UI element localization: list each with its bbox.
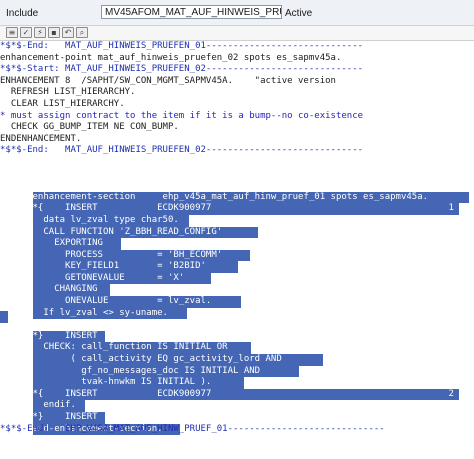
code-line: REFRESH LIST_HIERARCHY. <box>0 87 136 98</box>
code-line-selected: CALL FUNCTION 'Z_BBH_READ_CONFIG' <box>0 215 474 239</box>
code-line-selected: KEY_FIELD1 = 'B2BID' <box>0 250 474 273</box>
code-line: enhancement-point mat_auf_hinweis_pruefe… <box>0 52 342 63</box>
code-line-selected: ONEVALUE = lv_zval. <box>0 284 474 308</box>
code-line-selected: *{ INSERT ECDK900977 1 <box>0 192 474 215</box>
code-line-selected: ( call_activity EQ gc_activity_lord AND <box>0 342 474 366</box>
code-line-selected: endif. <box>0 389 474 412</box>
code-line-selected: enhancement-section ehp_v45a_mat_auf_hin… <box>0 180 474 204</box>
undo-icon[interactable]: ↶ <box>62 27 74 38</box>
code-line-selected: gf_no_messages_doc IS INITIAL AND <box>0 354 474 378</box>
code-line: *$*$-End: MAT_AUF_HINWEIS_PRUEFEN_02----… <box>0 145 364 156</box>
include-header: Include MV45AFOM_MAT_AUF_HINWEIS_PRUEF A… <box>0 0 474 26</box>
code-comment-line: * must assign contract to the item if it… <box>0 110 364 121</box>
code-line-selected: *{ INSERT ECDK900977 2 <box>0 377 474 401</box>
code-line-selected: data lv_zval type char50. <box>0 203 474 227</box>
save-icon[interactable]: ▪ <box>48 27 60 38</box>
code-line-selected: GETONEVALUE = 'X' <box>0 261 474 285</box>
code-line-selected: PROCESS = 'BH_ECOMM' <box>0 238 474 262</box>
selected-text: If lv_zval <> sy-uname. <box>32 307 187 320</box>
editor-toolbar: ≡ ✓ ⚡ ▪ ↶ ⌕ <box>0 26 474 41</box>
include-label: Include <box>6 8 39 19</box>
code-line-selected: EXPORTING <box>0 227 474 250</box>
find-icon[interactable]: ⌕ <box>76 27 88 38</box>
code-line-selected: *} INSERT <box>0 319 474 343</box>
abap-editor-window: Include MV45AFOM_MAT_AUF_HINWEIS_PRUEF A… <box>0 0 474 459</box>
activate-icon[interactable]: ⚡ <box>34 27 46 38</box>
code-line: *$*$-Start: MAT_AUF_HINWEIS_PRUEFEN_02--… <box>0 64 364 75</box>
code-line-selected: CHECK: call_function IS INITIAL OR <box>0 331 474 355</box>
include-name-field[interactable]: MV45AFOM_MAT_AUF_HINWEIS_PRUEF <box>101 5 282 19</box>
pretty-printer-icon[interactable]: ≡ <box>6 27 18 38</box>
code-line: *$*$-End: EHP_V45A_MAT_AUF_HINW_PRUEF_01… <box>0 423 385 434</box>
code-editor[interactable]: *$*$-End: MAT_AUF_HINWEIS_PRUEFEN_01----… <box>0 41 474 459</box>
code-line-selected: If lv_zval <> sy-uname. <box>0 296 474 320</box>
code-line-selected: CHANGING <box>0 273 474 297</box>
code-line-selected: tvak-hnwkm IS INITIAL ). <box>0 366 474 389</box>
code-line: CHECK GG_BUMP_ITEM NE CON_BUMP. <box>0 122 179 133</box>
code-line: CLEAR LIST_HIERARCHY. <box>0 98 125 109</box>
code-line: *$*$-End: MAT_AUF_HINWEIS_PRUEFEN_01----… <box>0 41 364 51</box>
code-line-selected: *} INSERT <box>0 400 474 424</box>
code-line: ENHANCEMENT 8 /SAPHT/SW_CON_MGMT_SAPMV45… <box>0 75 336 86</box>
status-text: Active <box>285 8 313 19</box>
code-line: ENDENHANCEMENT. <box>0 133 82 144</box>
check-icon[interactable]: ✓ <box>20 27 32 38</box>
code-line-selected: end-enhancement-section. <box>0 412 474 436</box>
